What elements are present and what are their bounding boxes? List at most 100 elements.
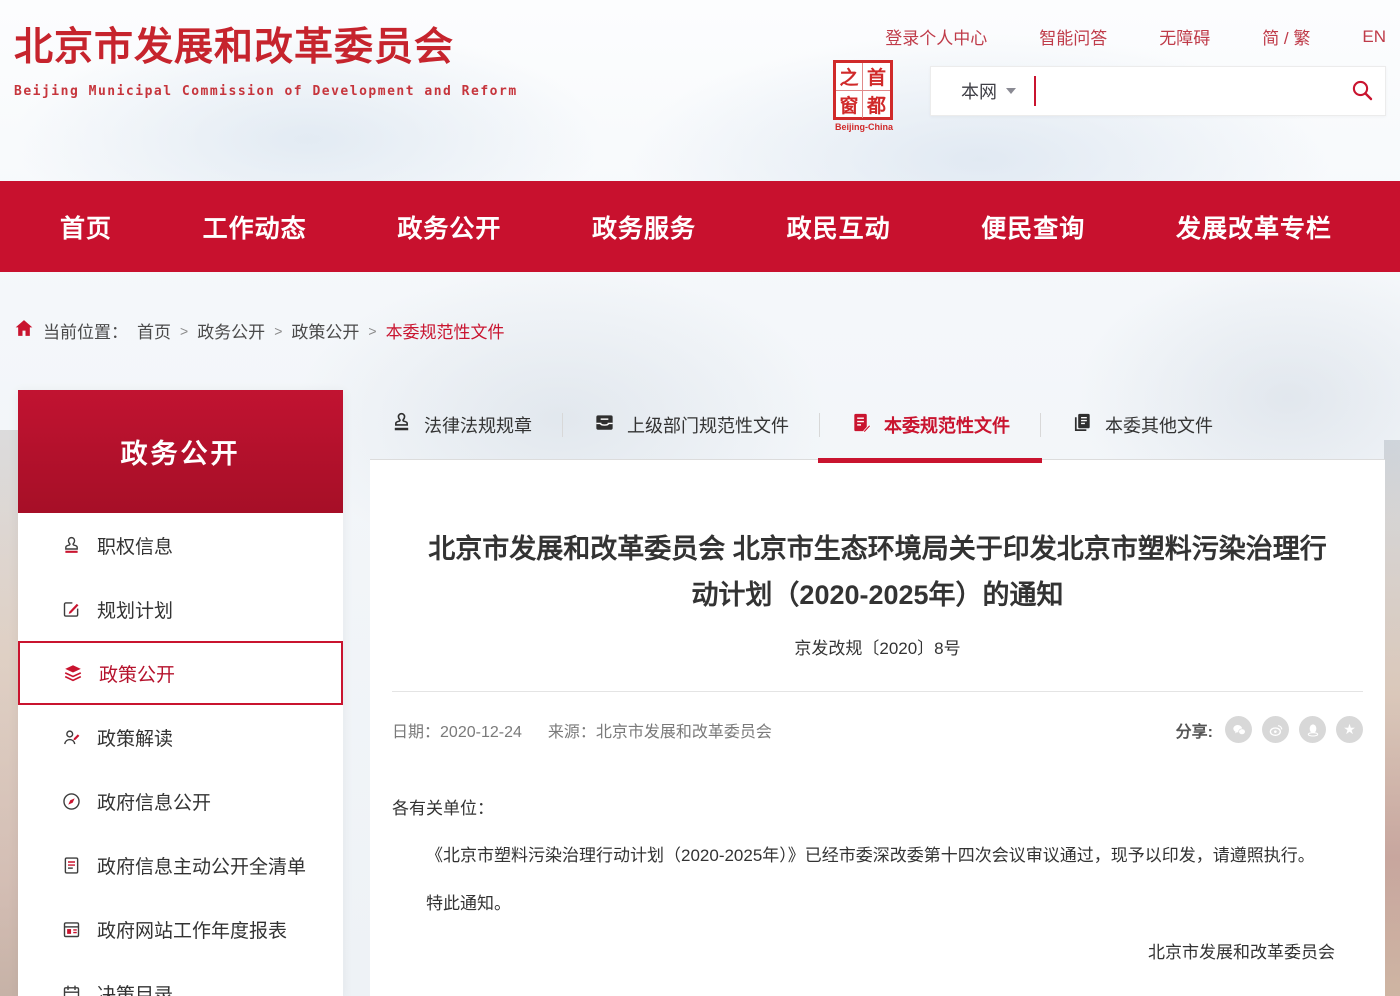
document-number: 京发改规〔2020〕8号	[392, 634, 1363, 659]
article-paragraph: 特此通知。	[392, 882, 1363, 925]
tab-commission-normative-docs-active[interactable]: 本委规范性文件	[850, 411, 1010, 439]
qq-share-icon[interactable]	[1299, 716, 1326, 743]
sidebar-item-website-annual-report[interactable]: 政府网站工作年度报表	[18, 897, 343, 961]
sidebar: 政务公开 职权信息 规划计划 政策公开 政策解读	[18, 390, 343, 996]
breadcrumb-label: 当前位置：	[43, 318, 128, 343]
main-navigation: 首页 工作动态 政务公开 政务服务 政民互动 便民查询 发展改革专栏	[0, 181, 1400, 272]
stamp-icon	[60, 534, 82, 556]
breadcrumb-separator: >	[368, 323, 376, 339]
plan-edit-icon	[60, 598, 82, 620]
document-pen-icon	[850, 411, 873, 439]
nav-item-home[interactable]: 首页	[60, 209, 112, 245]
seal-char: 之	[836, 63, 863, 91]
breadcrumb-policy-disclosure[interactable]: 政策公开	[291, 318, 359, 343]
accessibility-link[interactable]: 无障碍	[1159, 24, 1210, 49]
search-button[interactable]	[1339, 67, 1385, 115]
tab-divider	[562, 413, 563, 437]
sidebar-item-label: 政策公开	[99, 660, 175, 687]
compass-icon	[60, 790, 82, 812]
nav-item-gov-services[interactable]: 政务服务	[592, 209, 696, 245]
sidebar-item-gov-info-disclosure[interactable]: 政府信息公开	[18, 769, 343, 833]
article-paragraph: 《北京市塑料污染治理行动计划（2020-2025年）》已经市委深改委第十四次会议…	[392, 834, 1363, 877]
main-content: 法律法规规章 上级部门规范性文件 本委规范性文件	[370, 390, 1385, 996]
law-stamp-icon	[390, 411, 413, 439]
sidebar-item-proactive-disclosure-list[interactable]: 政府信息主动公开全清单	[18, 833, 343, 897]
english-version-link[interactable]: EN	[1362, 27, 1386, 47]
sidebar-item-decision-catalog-partial[interactable]: 决策目录	[18, 961, 343, 996]
login-personal-center-link[interactable]: 登录个人中心	[885, 24, 987, 49]
wechat-share-icon[interactable]	[1225, 716, 1252, 743]
salutation: 各有关单位：	[392, 787, 1363, 830]
capital-window-seal-logo[interactable]: 之 首 窗 都 Beijing-China	[833, 60, 895, 132]
article-title: 北京市发展和改革委员会 北京市生态环境局关于印发北京市塑料污染治理行动计划（20…	[418, 460, 1338, 618]
nav-item-reform-column[interactable]: 发展改革专栏	[1176, 209, 1332, 245]
search-scope-dropdown[interactable]: 本网	[931, 78, 1016, 104]
left-watercolor-art	[0, 430, 20, 996]
breadcrumb: 当前位置： 首页 > 政务公开 > 政策公开 > 本委规范性文件	[14, 318, 505, 343]
search-bar: 本网	[930, 66, 1386, 116]
article-card: 北京市发展和改革委员会 北京市生态环境局关于印发北京市塑料污染治理行动计划（20…	[370, 460, 1385, 996]
tab-divider	[819, 413, 820, 437]
seal-char: 首	[863, 63, 890, 91]
share-bar: 分享: ★	[1176, 716, 1363, 743]
article-meta-info: 日期：2020-12-24 来源：北京市发展和改革委员会	[392, 718, 772, 742]
tab-laws-regulations[interactable]: 法律法规规章	[390, 411, 532, 439]
favorite-star-icon[interactable]: ★	[1336, 716, 1363, 743]
report-table-icon	[60, 918, 82, 940]
document-list-icon	[60, 854, 82, 876]
breadcrumb-gov-disclosure[interactable]: 政务公开	[197, 318, 265, 343]
article-source: 来源：北京市发展和改革委员会	[548, 718, 772, 742]
site-logo[interactable]: 北京市发展和改革委员会 Beijing Municipal Commission…	[14, 16, 518, 99]
sidebar-item-label: 政府网站工作年度报表	[97, 916, 287, 943]
sidebar-item-label: 职权信息	[97, 532, 173, 559]
tab-label: 法律法规规章	[424, 412, 532, 438]
nav-item-convenient-inquiry[interactable]: 便民查询	[981, 209, 1085, 245]
sidebar-item-policy-interpretation[interactable]: 政策解读	[18, 705, 343, 769]
tab-label: 上级部门规范性文件	[627, 412, 789, 438]
home-icon	[14, 318, 34, 343]
share-label: 分享:	[1176, 718, 1213, 742]
utility-links: 登录个人中心 智能问答 无障碍 简 / 繁 EN	[885, 24, 1386, 49]
tab-superior-normative-docs[interactable]: 上级部门规范性文件	[593, 411, 789, 439]
sidebar-item-label: 政府信息公开	[97, 788, 211, 815]
page: 北京市发展和改革委员会 Beijing Municipal Commission…	[0, 0, 1400, 996]
seal-char: 窗	[836, 91, 863, 118]
seal-grid: 之 首 窗 都	[833, 60, 893, 120]
tab-commission-other-docs[interactable]: 本委其他文件	[1071, 411, 1213, 439]
right-watercolor-art	[1384, 440, 1400, 996]
seal-caption: Beijing-China	[833, 122, 895, 132]
person-interpret-icon	[60, 726, 82, 748]
sidebar-header: 政务公开	[18, 390, 343, 513]
document-category-tabs: 法律法规规章 上级部门规范性文件 本委规范性文件	[370, 390, 1385, 460]
breadcrumb-current-normative-docs: 本委规范性文件	[386, 318, 505, 343]
site-header: 北京市发展和改革委员会 Beijing Municipal Commission…	[0, 0, 1400, 181]
search-icon	[1350, 78, 1374, 105]
site-title: 北京市发展和改革委员会	[14, 16, 518, 72]
tab-label: 本委规范性文件	[884, 412, 1010, 438]
chevron-down-icon	[1006, 88, 1016, 94]
layers-icon	[62, 662, 84, 684]
smart-qa-link[interactable]: 智能问答	[1039, 24, 1107, 49]
article-body: 各有关单位： 《北京市塑料污染治理行动计划（2020-2025年）》已经市委深改…	[392, 787, 1363, 974]
sidebar-item-authority-info[interactable]: 职权信息	[18, 513, 343, 577]
inbox-file-icon	[593, 411, 616, 439]
documents-copy-icon	[1071, 411, 1094, 439]
simplified-traditional-toggle[interactable]: 简 / 繁	[1262, 24, 1310, 49]
tab-divider	[1040, 413, 1041, 437]
sidebar-item-planning[interactable]: 规划计划	[18, 577, 343, 641]
breadcrumb-home[interactable]: 首页	[137, 318, 171, 343]
sidebar-item-policy-disclosure-active[interactable]: 政策公开	[18, 641, 343, 705]
site-subtitle-english: Beijing Municipal Commission of Developm…	[14, 84, 518, 99]
breadcrumb-separator: >	[274, 323, 282, 339]
search-input[interactable]	[1036, 67, 1339, 115]
sidebar-item-label: 规划计划	[97, 596, 173, 623]
tab-label: 本委其他文件	[1105, 412, 1213, 438]
horizontal-divider	[392, 691, 1363, 692]
article-meta-row: 日期：2020-12-24 来源：北京市发展和改革委员会 分享:	[392, 716, 1363, 743]
weibo-share-icon[interactable]	[1262, 716, 1289, 743]
nav-item-public-interaction[interactable]: 政民互动	[787, 209, 891, 245]
nav-item-gov-disclosure[interactable]: 政务公开	[397, 209, 501, 245]
nav-item-work-updates[interactable]: 工作动态	[203, 209, 307, 245]
signature: 北京市发展和改革委员会	[392, 931, 1363, 974]
sidebar-item-label: 政策解读	[97, 724, 173, 751]
